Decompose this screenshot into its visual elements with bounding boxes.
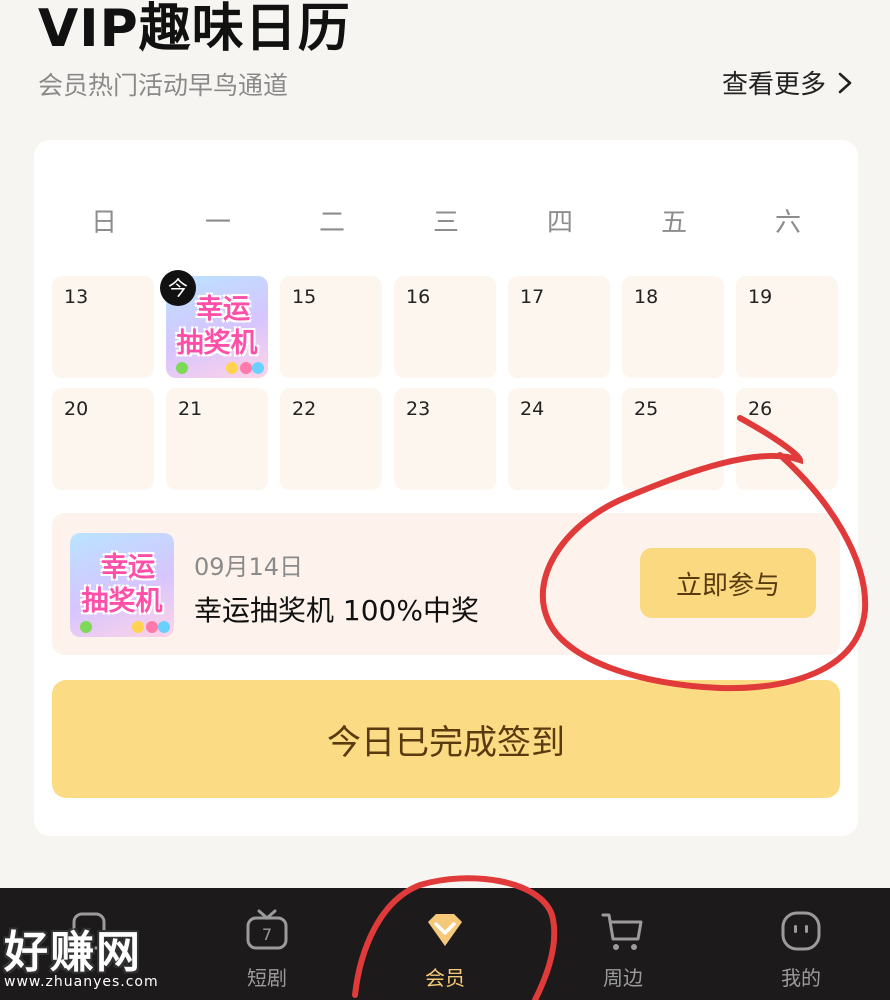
weekday-sat: 六 [774,208,801,238]
calendar-day[interactable]: 23 [394,388,496,490]
weekday-sun: 日 [90,208,117,238]
calendar-day[interactable]: 19 [736,276,838,378]
site-watermark: 好赚网 www.zhuanyes.com [4,916,159,990]
weekday-header: 日 一 二 三 四 五 六 [52,202,840,239]
tab-short-drama[interactable]: 7 短剧 [178,888,356,1000]
calendar-day[interactable]: 16 [394,276,496,378]
day-number: 24 [520,398,545,420]
day-number: 13 [64,286,89,308]
view-more-label: 查看更多 [721,70,826,100]
calendar-day[interactable]: 21 [166,388,268,490]
day-number: 23 [406,398,431,420]
event-thumbnail-art: 幸运 抽奖机 [70,533,174,637]
calendar-day[interactable]: 13 [52,276,154,378]
page-subtitle: 会员热门活动早鸟通道 [38,71,289,100]
event-date: 09月14日 [194,553,304,581]
chevron-right-icon [838,72,852,93]
event-name: 幸运抽奖机 100%中奖 [194,594,479,627]
profile-icon [781,911,821,951]
event-thumbnail: 幸运 抽奖机 [70,533,174,637]
event-card[interactable]: 幸运 抽奖机 09月14日 幸运抽奖机 100%中奖 立即参与 [52,513,840,655]
weekday-mon: 一 [204,208,231,238]
tab-profile-label: 我的 [781,966,821,990]
day-number: 17 [520,286,545,308]
weekday-tue: 二 [318,208,345,238]
diamond-icon [428,914,462,946]
page-title: VIP趣味日历 [38,0,351,59]
day-number: 19 [748,286,773,308]
day-number: 22 [292,398,317,420]
event-art-line2: 抽奖机 [81,586,163,617]
tab-vip-label: 会员 [425,966,465,990]
calendar-day-today[interactable]: 今 幸运 抽奖机 [160,270,268,378]
calendar-day[interactable]: 20 [52,388,154,490]
weekday-thu: 四 [546,208,573,238]
tab-merch-label: 周边 [603,966,643,990]
weekday-fri: 五 [660,208,687,238]
svg-text:7: 7 [262,925,272,944]
calendar-day[interactable]: 26 [736,388,838,490]
tab-vip[interactable]: 会员 [356,888,534,1000]
tab-merch[interactable]: 周边 [534,888,712,1000]
calendar-day[interactable]: 18 [622,276,724,378]
day-number: 16 [406,286,431,308]
watermark-title: 好赚网 [4,927,142,978]
calendar-grid: 13 今 幸运 抽奖机 15 16 17 18 19 20 21 22 23 2… [52,270,842,490]
day-number: 15 [292,286,317,308]
tab-profile[interactable]: 我的 [712,888,890,1000]
weekday-wed: 三 [432,208,459,238]
day-number: 18 [634,286,659,308]
today-badge: 今 [160,270,196,306]
calendar-day[interactable]: 24 [508,388,610,490]
calendar-day[interactable]: 25 [622,388,724,490]
event-art-line1: 幸运 [101,552,155,583]
lottery-art-line2: 抽奖机 [176,328,258,359]
join-now-button[interactable]: 立即参与 [640,548,816,618]
view-more-link[interactable]: 查看更多 [722,64,854,101]
day-number: 25 [634,398,659,420]
calendar-day[interactable]: 15 [280,276,382,378]
lottery-art-line1: 幸运 [196,294,250,325]
checkin-status-button[interactable]: 今日已完成签到 [52,680,840,798]
tab-short-drama-label: 短剧 [247,966,287,990]
tv-icon: 7 [246,909,288,950]
cart-icon [601,913,643,950]
calendar-day[interactable]: 22 [280,388,382,490]
calendar-card: 日 一 二 三 四 五 六 13 今 幸运 抽奖机 15 16 17 18 19… [34,140,858,836]
day-number: 21 [178,398,203,420]
calendar-day[interactable]: 17 [508,276,610,378]
day-number: 20 [64,398,89,420]
day-number: 26 [748,398,773,420]
watermark-url: www.zhuanyes.com [4,974,159,990]
